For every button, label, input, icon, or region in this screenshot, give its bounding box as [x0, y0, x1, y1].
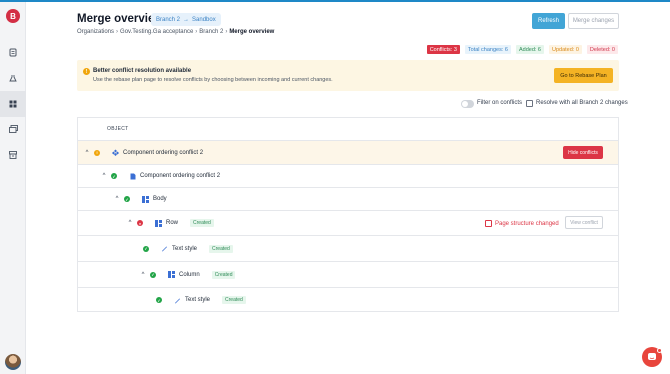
rebase-plan-button[interactable]: Go to Rebase Plan: [554, 68, 613, 83]
chevron-up-icon[interactable]: ^: [84, 150, 90, 156]
notification-dot: [657, 348, 662, 353]
deleted-badge: Deleted: 0: [586, 45, 618, 54]
table-row[interactable]: ^ ✓ Column Created: [78, 262, 618, 288]
check-icon: ✓: [143, 245, 149, 252]
row-label: Text style: [172, 245, 198, 252]
table-row[interactable]: ^ × Row Created Page structure changed V…: [78, 211, 618, 236]
row-label: Row: [166, 220, 179, 226]
row-label: Body: [153, 196, 167, 202]
table-row[interactable]: ✓ Text style Created: [78, 236, 618, 262]
info-icon: !: [83, 68, 90, 75]
created-tag: Created: [190, 219, 214, 227]
conflicts-badge: Conflicts: 3: [426, 45, 460, 54]
table-header: OBJECT: [78, 118, 618, 141]
row-label: Component ordering conflict 2: [123, 149, 204, 156]
chevron-up-icon[interactable]: ^: [140, 272, 146, 278]
check-icon: ✓: [111, 173, 117, 179]
chat-icon: [648, 353, 656, 360]
chevron-right-icon: ›: [116, 29, 119, 35]
breadcrumb-item-project[interactable]: Gov.Testing.Ga acceptance: [120, 29, 193, 35]
warning-icon: !: [94, 149, 100, 156]
conflict-label: Page structure changed: [495, 220, 559, 227]
created-tag: Created: [222, 296, 246, 304]
filter-conflicts-label: Filter on conflicts: [477, 100, 523, 106]
created-tag: Created: [209, 244, 233, 253]
hide-conflicts-button[interactable]: Hide conflicts: [563, 146, 603, 159]
table-row[interactable]: ✓ Text style Created: [78, 288, 618, 312]
layout-icon: [168, 271, 175, 278]
chevron-right-icon: ›: [195, 29, 198, 35]
refresh-button[interactable]: Refresh: [532, 13, 565, 29]
user-avatar[interactable]: [5, 354, 21, 370]
component-icon: [112, 149, 119, 156]
change-summary: Conflicts: 3 Total changes: 6 Added: 6 U…: [426, 45, 618, 54]
chevron-up-icon[interactable]: ^: [127, 220, 133, 226]
page-structure-changed[interactable]: Page structure changed: [485, 220, 559, 227]
view-conflict-button[interactable]: View conflict: [565, 216, 603, 229]
branch-indicator: Branch 2 → Sandbox: [151, 13, 221, 26]
breadcrumb-item-branch[interactable]: Branch 2: [199, 29, 223, 35]
merge-changes-button[interactable]: Merge changes: [568, 13, 619, 29]
layout-icon: [155, 219, 162, 227]
chevron-up-icon[interactable]: ^: [101, 173, 107, 179]
grid-icon[interactable]: [7, 98, 19, 110]
branch-to: Sandbox: [192, 16, 216, 23]
resolve-all-label: Resolve with all Branch 2 changes: [536, 100, 628, 106]
breadcrumb-item-organizations[interactable]: Organizations: [77, 29, 114, 35]
table-row[interactable]: ^ ✓ Component ordering conflict 2: [78, 165, 618, 188]
breadcrumb: Organizations › Gov.Testing.Ga acceptanc…: [77, 29, 274, 35]
app-logo[interactable]: B: [6, 9, 20, 23]
text-style-icon: [174, 297, 181, 304]
updated-badge: Updated: 0: [549, 45, 582, 54]
check-icon: ✓: [150, 271, 156, 278]
column-header-object: OBJECT: [107, 126, 129, 132]
row-label: Text style: [185, 297, 211, 303]
total-changes-badge: Total changes: 6: [464, 45, 511, 54]
text-style-icon: [161, 245, 168, 252]
table-row[interactable]: ^ ✓ Body: [78, 188, 618, 211]
pages-icon[interactable]: [7, 46, 19, 58]
chevron-up-icon[interactable]: ^: [114, 196, 120, 202]
conflict-checkbox[interactable]: [485, 220, 492, 227]
breadcrumb-item-current: Merge overview: [229, 29, 275, 35]
created-tag: Created: [211, 270, 236, 279]
filter-conflicts-toggle[interactable]: [461, 100, 474, 108]
check-icon: ✓: [156, 297, 162, 303]
branch-arrow-icon: →: [183, 16, 190, 23]
branch-from: Branch 2: [156, 16, 181, 23]
images-icon[interactable]: [7, 123, 19, 135]
chevron-right-icon: ›: [225, 29, 228, 35]
sidebar: B: [0, 2, 26, 374]
banner-text: Use the rebase plan page to resolve conf…: [93, 77, 333, 83]
top-accent-line: [0, 0, 670, 2]
archive-icon[interactable]: [7, 149, 19, 161]
banner-title: Better conflict resolution available: [93, 68, 192, 74]
check-icon: ✓: [124, 196, 130, 202]
row-label: Component ordering conflict 2: [140, 173, 221, 179]
added-badge: Added: 6: [515, 45, 544, 54]
merge-table: OBJECT ^ ! Component ordering conflict 2…: [77, 117, 619, 312]
flask-icon[interactable]: [7, 72, 19, 84]
rebase-banner: ! Better conflict resolution available U…: [77, 60, 619, 91]
row-label: Column: [179, 271, 200, 278]
table-row[interactable]: ^ ! Component ordering conflict 2 Hide c…: [78, 141, 618, 165]
resolve-all-checkbox[interactable]: [526, 100, 533, 107]
document-icon: [129, 173, 136, 180]
layout-icon: [142, 195, 149, 203]
error-icon: ×: [137, 220, 143, 226]
